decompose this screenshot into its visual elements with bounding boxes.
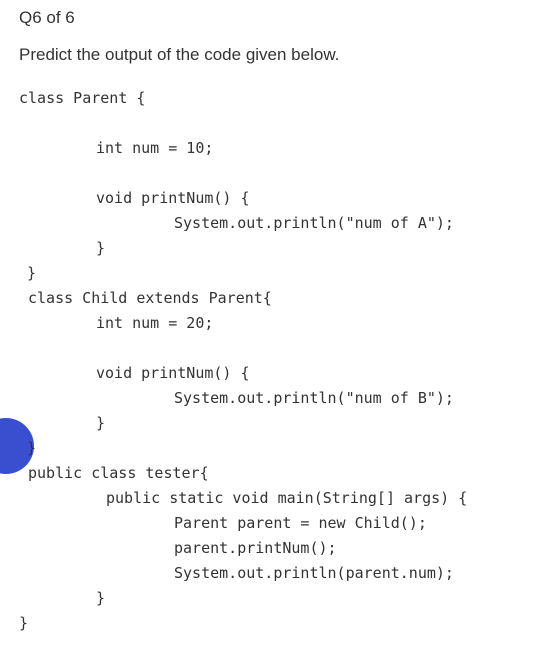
code-line: } (27, 439, 37, 457)
code-line: parent.printNum(); (174, 539, 337, 557)
code-line: int num = 20; (96, 314, 214, 332)
question-counter: Q6 of 6 (19, 8, 75, 27)
code-line: Parent parent = new Child(); (174, 514, 427, 532)
code-line: } (96, 414, 106, 432)
code-line: System.out.println(parent.num); (174, 564, 454, 582)
code-line: public static void main(String[] args) { (106, 489, 468, 507)
code-line: class Parent { (19, 89, 146, 107)
code-line: } (96, 589, 106, 607)
code-line: void printNum() { (96, 189, 250, 207)
question-prompt: Predict the output of the code given bel… (19, 45, 340, 64)
code-line: class Child extends Parent{ (28, 289, 272, 307)
code-line: } (19, 614, 29, 632)
code-line: System.out.println("num of B"); (174, 389, 454, 407)
code-line: } (96, 239, 106, 257)
code-line: } (27, 264, 37, 282)
code-line: public class tester{ (28, 464, 209, 482)
code-line: void printNum() { (96, 364, 250, 382)
code-line: System.out.println("num of A"); (174, 214, 454, 232)
code-line: int num = 10; (96, 139, 214, 157)
